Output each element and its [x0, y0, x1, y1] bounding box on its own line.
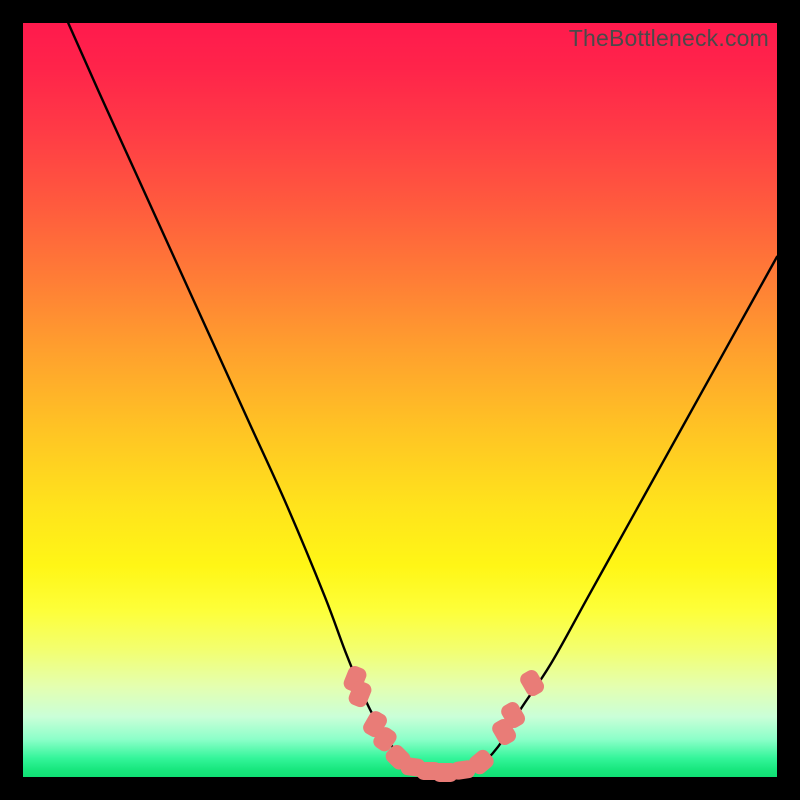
plot-area: TheBottleneck.com: [23, 23, 777, 777]
watermark-text: TheBottleneck.com: [569, 25, 769, 52]
bottleneck-curve: [68, 23, 777, 778]
chart-frame: TheBottleneck.com: [0, 0, 800, 800]
curve-layer: [23, 23, 777, 777]
